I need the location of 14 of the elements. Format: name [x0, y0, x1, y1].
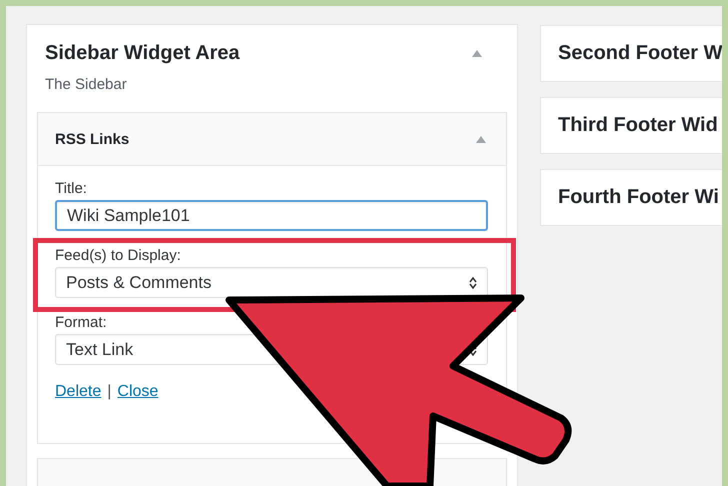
widget-area-description: The Sidebar	[44, 75, 128, 93]
select-field[interactable]: Posts & Comments	[55, 267, 488, 298]
field-label: Feed(s) to Display:	[55, 247, 182, 264]
widget-area-title: Second Footer W	[558, 42, 722, 65]
widget-area-title: Fourth Footer Wi	[558, 186, 719, 209]
separator: |	[107, 383, 112, 401]
widget-link[interactable]: Delete	[55, 383, 102, 401]
widget-title[interactable]: RSS Links	[55, 130, 130, 148]
text-field[interactable]: Wiki Sample101	[55, 200, 488, 231]
field-label: Title:	[55, 180, 88, 197]
widget-link[interactable]: Close	[117, 383, 158, 401]
widget-area-title: Sidebar Widget Area	[45, 42, 240, 65]
widget-area-title: Third Footer Wid	[558, 114, 718, 137]
field-label: Format:	[55, 314, 108, 331]
